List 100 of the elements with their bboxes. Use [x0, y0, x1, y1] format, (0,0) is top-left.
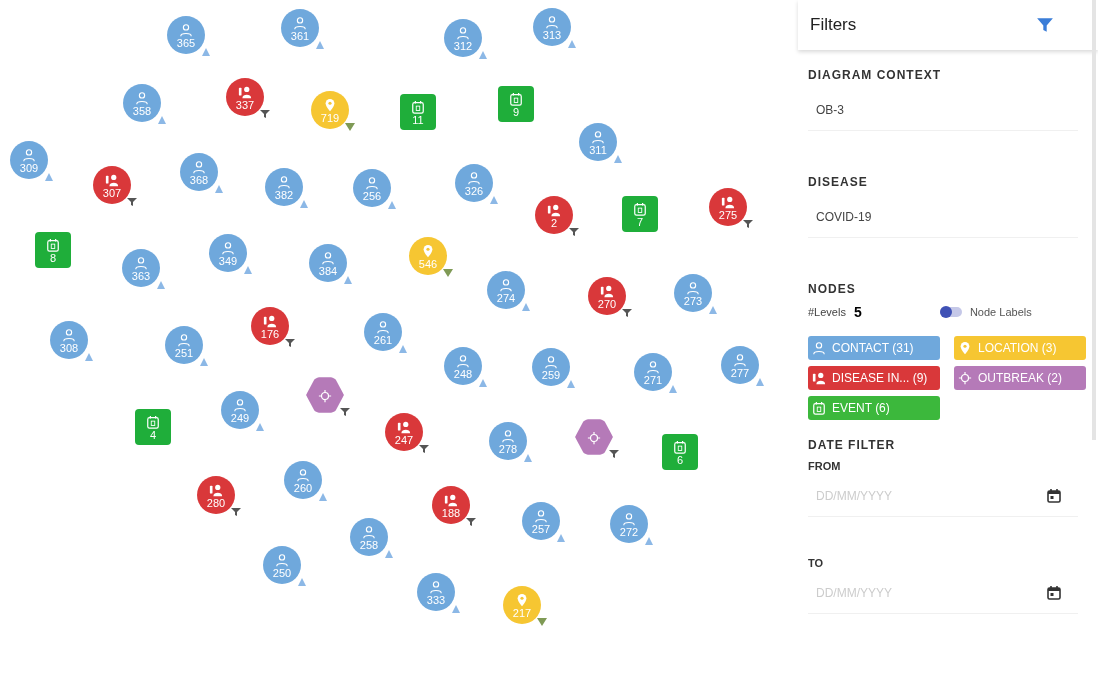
contact-node[interactable]: 368	[180, 153, 218, 191]
node-label: 251	[174, 347, 194, 359]
node-type-chip[interactable]: CONTACT (31)	[808, 336, 940, 360]
contact-node[interactable]: 277	[721, 346, 759, 384]
node-label: 337	[235, 99, 255, 111]
calendar-icon	[509, 92, 523, 106]
event-node[interactable]: 7	[622, 196, 658, 232]
contact-node[interactable]: 382	[265, 168, 303, 206]
disease-node[interactable]: 307	[93, 166, 131, 204]
disease-node[interactable]: 337	[226, 78, 264, 116]
location-node[interactable]: 546	[409, 237, 447, 275]
pin-icon	[515, 593, 529, 607]
disease-node[interactable]: 247	[385, 413, 423, 451]
levels-value[interactable]: 5	[853, 304, 932, 320]
contact-node[interactable]: 256	[353, 169, 391, 207]
disease-node[interactable]: 188	[432, 486, 470, 524]
location-node[interactable]: 217	[503, 586, 541, 624]
contact-node[interactable]: 326	[455, 164, 493, 202]
node-label: 176	[260, 328, 280, 340]
calendar-icon	[146, 415, 160, 429]
person-marker-icon	[84, 352, 94, 362]
calendar-icon[interactable]	[1046, 488, 1062, 504]
section-heading: NODES	[808, 282, 857, 296]
contact-node[interactable]: 271	[634, 353, 672, 391]
contact-node[interactable]: 250	[263, 546, 301, 584]
node-label: 250	[272, 567, 292, 579]
calendar-icon	[411, 100, 425, 114]
levels-label: #Levels	[808, 306, 846, 318]
contact-node[interactable]: 311	[579, 123, 617, 161]
text-field[interactable]: OB-3	[808, 103, 1078, 117]
person-marker-icon	[255, 422, 265, 432]
contact-node[interactable]: 365	[167, 16, 205, 54]
event-node[interactable]: 11	[400, 94, 436, 130]
event-node[interactable]: 9	[498, 86, 534, 122]
location-node[interactable]: 719	[311, 91, 349, 129]
event-node[interactable]: 4	[135, 409, 171, 445]
node-type-chip[interactable]: LOCATION (3)	[954, 336, 1086, 360]
text-field[interactable]: COVID-19	[808, 210, 1078, 224]
node-type-chip[interactable]: EVENT (6)	[808, 396, 940, 420]
contact-node[interactable]: 274	[487, 271, 525, 309]
disease-node[interactable]: 176	[251, 307, 289, 345]
contact-node[interactable]: 309	[10, 141, 48, 179]
contact-node[interactable]: 257	[522, 502, 560, 540]
contact-node[interactable]: 358	[123, 84, 161, 122]
person-marker-icon	[708, 305, 718, 315]
field-label: FROM	[808, 460, 842, 472]
disease-node[interactable]: 275	[709, 188, 747, 226]
contact-node[interactable]: 349	[209, 234, 247, 272]
contact-node[interactable]: 312	[444, 19, 482, 57]
filter-icon[interactable]	[1036, 16, 1054, 34]
disease-node[interactable]: 270	[588, 277, 626, 315]
event-node[interactable]: 8	[35, 232, 71, 268]
contact-node[interactable]: 361	[281, 9, 319, 47]
person-icon	[321, 251, 335, 265]
contact-node[interactable]: 261	[364, 313, 402, 351]
node-label: 365	[176, 37, 196, 49]
node-type-chip[interactable]: DISEASE IN... (9)	[808, 366, 940, 390]
node-label: 384	[318, 265, 338, 277]
contact-node[interactable]: 308	[50, 321, 88, 359]
node-label: 308	[59, 342, 79, 354]
contact-node[interactable]: 249	[221, 391, 259, 429]
event-node[interactable]: 6	[662, 434, 698, 470]
disease-node[interactable]: 280	[197, 476, 235, 514]
contact-node[interactable]: 248	[444, 347, 482, 385]
node-labels-toggle[interactable]	[939, 307, 962, 317]
node-type-chip[interactable]: OUTBREAK (2)	[954, 366, 1086, 390]
person-marker-icon	[157, 115, 167, 125]
person-icon	[135, 91, 149, 105]
person-marker-icon	[44, 172, 54, 182]
person-icon	[534, 509, 548, 523]
contact-node[interactable]: 251	[165, 326, 203, 364]
node-label: 368	[189, 174, 209, 186]
disease-node[interactable]: 2	[535, 196, 573, 234]
person-icon	[275, 553, 289, 567]
contact-node[interactable]: 363	[122, 249, 160, 287]
patient-icon	[812, 371, 826, 385]
outbreak-node[interactable]	[306, 376, 344, 414]
node-label: 257	[531, 523, 551, 535]
contact-node[interactable]: 259	[532, 348, 570, 386]
calendar-icon[interactable]	[1046, 585, 1062, 601]
contact-node[interactable]: 273	[674, 274, 712, 312]
node-label: 274	[496, 292, 516, 304]
calendar-icon	[46, 238, 60, 252]
contact-node[interactable]: 333	[417, 573, 455, 611]
person-icon	[686, 281, 700, 295]
outbreak-node[interactable]	[575, 418, 613, 456]
node-label: 217	[512, 607, 532, 619]
node-label: 313	[542, 29, 562, 41]
person-icon	[501, 429, 515, 443]
contact-node[interactable]: 313	[533, 8, 571, 46]
contact-node[interactable]: 272	[610, 505, 648, 543]
person-marker-icon	[755, 377, 765, 387]
contact-node[interactable]: 278	[489, 422, 527, 460]
graph-canvas[interactable]: 365 361 312 313 358 337 719 11 9 309 307 368 382 256 326 311 2 7 275 8 363 349 384 546 274 270 273 308 251 176 261 248 259 271 277 4 249 247 278 6 280 260 188 257 272 258 250 333 217	[0, 0, 798, 675]
node-label: 349	[218, 255, 238, 267]
contact-node[interactable]: 260	[284, 461, 322, 499]
person-icon	[134, 256, 148, 270]
contact-node[interactable]: 384	[309, 244, 347, 282]
filter-marker-icon	[622, 308, 632, 318]
contact-node[interactable]: 258	[350, 518, 388, 556]
